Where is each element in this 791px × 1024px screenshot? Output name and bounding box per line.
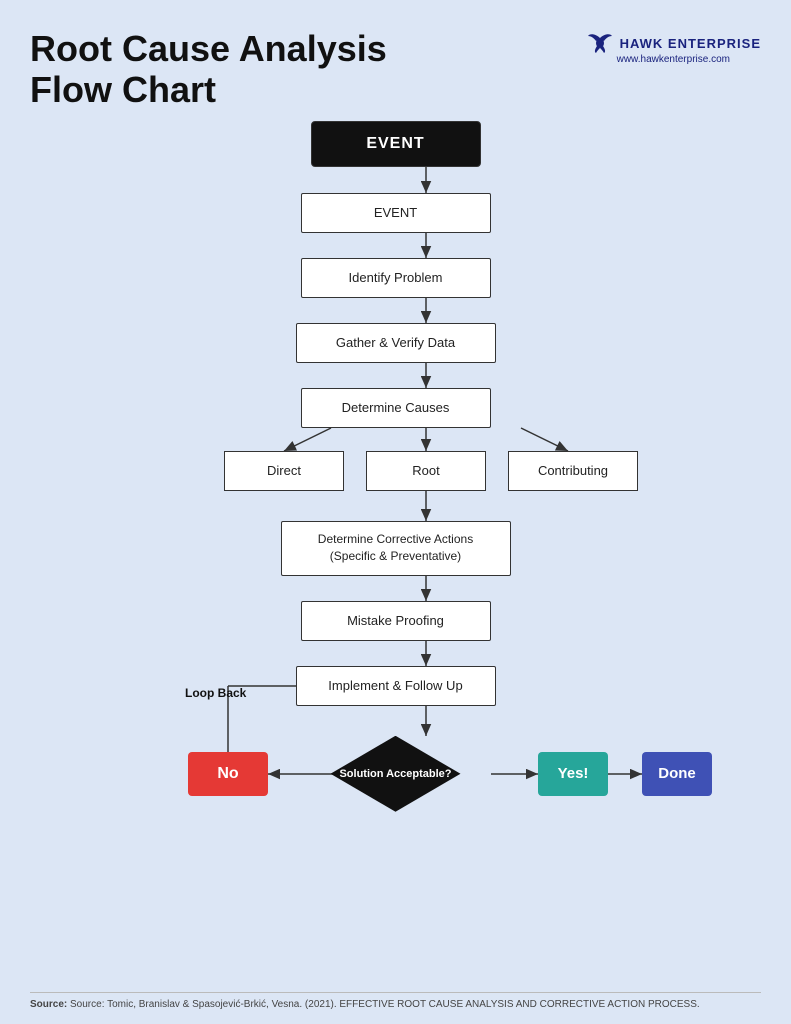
footer: Source: Source: Tomic, Branislav & Spaso… — [30, 992, 761, 1010]
corrective-node: Determine Corrective Actions(Specific & … — [281, 521, 511, 576]
event-top-box: EVENT — [311, 121, 481, 167]
determine-node: Determine Causes — [301, 388, 491, 428]
solution-diamond: Solution Acceptable? — [331, 736, 461, 812]
yes-box: Yes! — [538, 752, 608, 796]
identify-node: Identify Problem — [301, 258, 491, 298]
page-title: Root Cause Analysis Flow Chart — [30, 28, 387, 111]
loop-back-label: Loop Back — [185, 686, 246, 700]
brand: HAWK ENTERPRISE www.hawkenterprise.com — [586, 28, 761, 65]
brand-logo: HAWK ENTERPRISE — [586, 32, 761, 54]
hawk-icon — [586, 32, 614, 54]
brand-url: www.hawkenterprise.com — [617, 54, 730, 65]
root-node: Root — [366, 451, 486, 491]
flowchart: EVENT EVENT Identify Problem Gather & Ve… — [30, 121, 761, 961]
implement-node: Implement & Follow Up — [296, 666, 496, 706]
contributing-node: Contributing — [508, 451, 638, 491]
direct-node: Direct — [224, 451, 344, 491]
mistake-node: Mistake Proofing — [301, 601, 491, 641]
page: Root Cause Analysis Flow Chart HAWK ENTE… — [0, 0, 791, 1024]
brand-name: HAWK ENTERPRISE — [620, 36, 761, 51]
event-node: EVENT — [301, 193, 491, 233]
gather-node: Gather & Verify Data — [296, 323, 496, 363]
header: Root Cause Analysis Flow Chart HAWK ENTE… — [30, 28, 761, 111]
no-box: No — [188, 752, 268, 796]
done-box: Done — [642, 752, 712, 796]
